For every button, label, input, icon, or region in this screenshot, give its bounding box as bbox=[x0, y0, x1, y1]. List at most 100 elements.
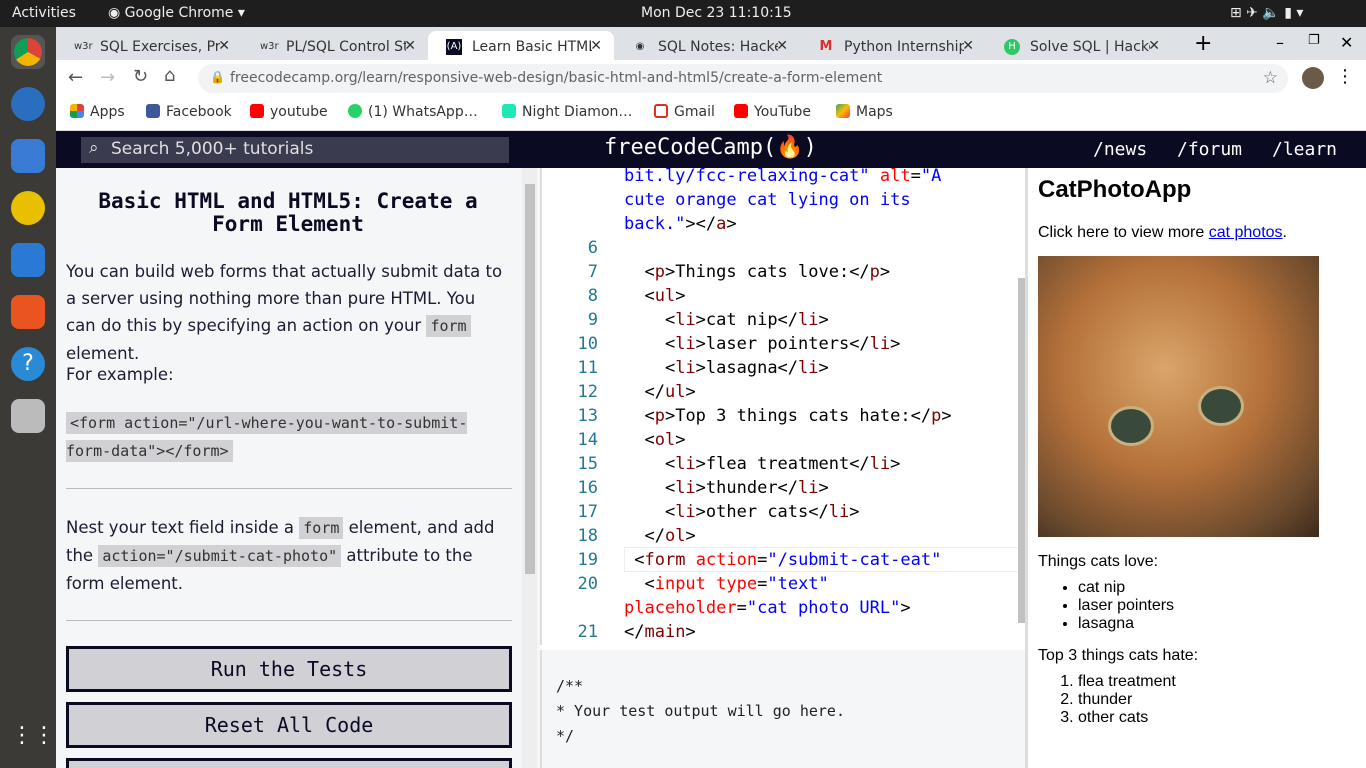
code-token: > bbox=[900, 598, 911, 618]
files-icon[interactable] bbox=[11, 139, 45, 173]
code-editor[interactable]: bit.ly/fcc-relaxing-cat" alt="A cute oran… bbox=[540, 168, 1025, 645]
bookmark-youtube-2[interactable]: YouTube bbox=[734, 104, 811, 120]
more-button[interactable] bbox=[66, 758, 512, 768]
close-window-button[interactable]: ✕ bbox=[1340, 33, 1353, 52]
nav-link-learn[interactable]: /learn bbox=[1272, 139, 1337, 160]
bookmark-night-diamond[interactable]: Night Diamon… bbox=[502, 104, 632, 120]
software-center-icon[interactable] bbox=[11, 295, 45, 329]
minimize-button[interactable]: – bbox=[1276, 33, 1284, 52]
code-token: alt bbox=[879, 168, 911, 186]
rhythmbox-icon[interactable] bbox=[11, 191, 45, 225]
back-icon[interactable]: ← bbox=[68, 67, 83, 88]
show-apps-icon[interactable]: ⋮⋮⋮ bbox=[11, 723, 77, 757]
clock[interactable]: Mon Dec 23 11:10:15 bbox=[641, 5, 792, 21]
help-icon[interactable]: ? bbox=[11, 347, 45, 381]
scrollbar-thumb[interactable] bbox=[525, 184, 535, 574]
code-line: <p>Things cats love:</p> bbox=[624, 262, 890, 282]
tab[interactable]: H Solve SQL | Hacker ✕ bbox=[986, 31, 1172, 60]
files-cabinet-icon[interactable] bbox=[11, 399, 45, 433]
bookmark-whatsapp[interactable]: (1) WhatsApp… bbox=[348, 104, 478, 120]
code-line: cute orange cat lying on its bbox=[624, 190, 911, 210]
url-input[interactable]: 🔒 freecodecamp.org/learn/responsive-web-… bbox=[198, 64, 1288, 93]
code-token: < bbox=[624, 574, 655, 594]
run-tests-button[interactable]: Run the Tests bbox=[66, 646, 512, 692]
system-tray-icons[interactable]: ⊞ ✈ 🔈 ▮ ▾ bbox=[1230, 5, 1303, 21]
search-placeholder: Search 5,000+ tutorials bbox=[111, 139, 314, 159]
close-tab-icon[interactable]: ✕ bbox=[218, 38, 230, 54]
new-tab-button[interactable]: + bbox=[1194, 31, 1212, 56]
code-token: li bbox=[675, 310, 696, 330]
bookmark-youtube[interactable]: youtube bbox=[250, 104, 328, 120]
code-token: ul bbox=[654, 286, 676, 306]
tab[interactable]: w3r SQL Exercises, Pra ✕ bbox=[56, 31, 242, 60]
lesson-pane: Basic HTML and HTML5: Create a Form Elem… bbox=[56, 168, 540, 768]
close-tab-icon[interactable]: ✕ bbox=[776, 38, 788, 54]
tab[interactable]: w3r PL/SQL Control St ✕ bbox=[242, 31, 428, 60]
address-bar-row: ← → ↻ ⌂ 🔒 freecodecamp.org/learn/respons… bbox=[56, 60, 1366, 97]
search-input[interactable]: ⌕ Search 5,000+ tutorials bbox=[81, 137, 509, 163]
forward-icon[interactable]: → bbox=[100, 67, 115, 88]
code-token: bit.ly/fcc-relaxing-cat" bbox=[624, 168, 880, 186]
code-token: < bbox=[624, 334, 676, 354]
activities-button[interactable]: Activities bbox=[12, 5, 76, 21]
code-line: <li>laser pointers</li> bbox=[624, 334, 900, 354]
code-token: li bbox=[798, 310, 819, 330]
bookmark-maps[interactable]: Maps bbox=[836, 104, 893, 120]
code-token: p bbox=[654, 262, 665, 282]
code-token: = bbox=[910, 168, 921, 186]
bookmark-gmail[interactable]: Gmail bbox=[654, 104, 715, 120]
thunderbird-icon[interactable] bbox=[11, 87, 45, 121]
editor-scrollbar[interactable] bbox=[1018, 278, 1025, 623]
home-icon[interactable]: ⌂ bbox=[164, 65, 175, 86]
reload-icon[interactable]: ↻ bbox=[133, 66, 148, 87]
nav-link-news[interactable]: /news bbox=[1093, 139, 1147, 160]
tab[interactable]: M Python Internship ✕ bbox=[800, 31, 986, 60]
app-menu[interactable]: ◉ Google Chrome ▾ bbox=[108, 5, 245, 21]
code-token: main bbox=[644, 622, 686, 642]
code-token: "A bbox=[920, 168, 942, 186]
dock: ? ⋮⋮⋮ bbox=[0, 27, 77, 768]
code-token: "/submit-cat-eat" bbox=[767, 550, 942, 570]
fcc-logo[interactable]: freeCodeCamp(🔥) bbox=[604, 135, 817, 160]
cat-photo[interactable] bbox=[1038, 256, 1319, 537]
code-token: p bbox=[654, 406, 665, 426]
profile-avatar[interactable] bbox=[1302, 67, 1324, 89]
code-token: >flea treatment</ bbox=[695, 454, 870, 474]
bookmark-apps[interactable]: Apps bbox=[70, 104, 125, 120]
writer-icon[interactable] bbox=[11, 243, 45, 277]
chrome-icon[interactable] bbox=[11, 35, 45, 69]
code-token: >other cats</ bbox=[695, 502, 829, 522]
maps-icon bbox=[836, 104, 850, 118]
code-token: li bbox=[675, 334, 696, 354]
tab-label: PL/SQL Control St bbox=[286, 39, 406, 55]
code-line: </main> bbox=[624, 622, 696, 642]
bookmark-facebook[interactable]: Facebook bbox=[146, 104, 232, 120]
code-token: li bbox=[675, 454, 696, 474]
nav-link-forum[interactable]: /forum bbox=[1177, 139, 1242, 160]
line-number: 6 bbox=[587, 238, 598, 258]
tab-active[interactable]: (A) Learn Basic HTML ✕ bbox=[428, 31, 614, 60]
code-token: li bbox=[798, 478, 819, 498]
close-tab-icon[interactable]: ✕ bbox=[404, 38, 416, 54]
menu-icon[interactable]: ⋮ bbox=[1336, 66, 1354, 87]
maximize-button[interactable]: ❐ bbox=[1308, 33, 1320, 48]
code-token: >lasagna</ bbox=[695, 358, 799, 378]
lesson-paragraph: For example: bbox=[66, 365, 174, 384]
app-name: Google Chrome bbox=[124, 5, 234, 21]
line-number: 15 bbox=[577, 454, 598, 474]
bookmark-star-icon[interactable]: ☆ bbox=[1263, 68, 1278, 88]
code-token: li bbox=[675, 502, 696, 522]
tab[interactable]: ◉ SQL Notes: Hacke ✕ bbox=[614, 31, 800, 60]
code-line: placeholder="cat photo URL"> bbox=[624, 598, 911, 618]
favicon-icon: w3r bbox=[260, 41, 279, 52]
reset-code-button[interactable]: Reset All Code bbox=[66, 702, 512, 748]
code-token: type bbox=[716, 574, 758, 594]
love-list: cat nip laser pointers lasagna bbox=[1078, 579, 1356, 633]
code-token: < bbox=[624, 262, 655, 282]
close-tab-icon[interactable]: ✕ bbox=[962, 38, 974, 54]
close-tab-icon[interactable]: ✕ bbox=[1148, 38, 1160, 54]
cat-photos-link[interactable]: cat photos bbox=[1209, 224, 1283, 241]
close-tab-icon[interactable]: ✕ bbox=[590, 38, 602, 54]
divider bbox=[66, 620, 512, 621]
code-token: > bbox=[818, 310, 829, 330]
